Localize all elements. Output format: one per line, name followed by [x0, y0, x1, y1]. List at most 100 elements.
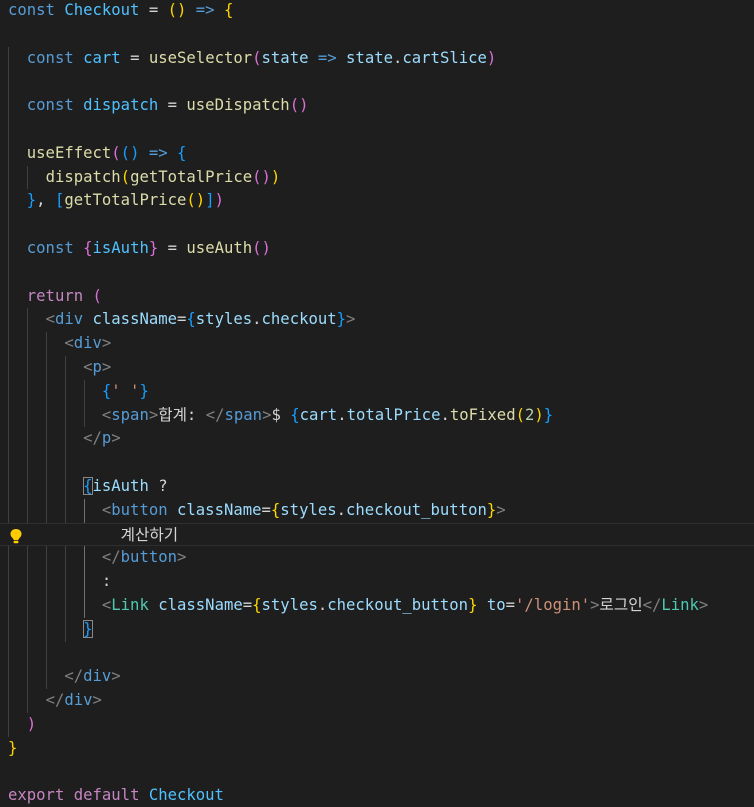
code-line[interactable] [0, 118, 754, 142]
code-token: => [148, 143, 168, 162]
code-line[interactable]: return ( [0, 285, 754, 309]
code-token: styles [261, 596, 318, 614]
code-token: isAuth [92, 477, 149, 495]
code-token: < [101, 500, 112, 519]
code-line[interactable] [0, 451, 754, 475]
code-token: div [73, 334, 102, 353]
code-line[interactable]: <button className={styles.checkout_butto… [0, 499, 754, 523]
code-token: > [177, 548, 187, 567]
code-line[interactable]: }, [getTotalPrice()]) [0, 189, 754, 213]
code-line[interactable] [0, 642, 754, 666]
code-token: div [83, 667, 112, 686]
code-line[interactable] [0, 213, 754, 237]
code-token: button [111, 500, 168, 519]
code-token: 합계: [158, 405, 206, 424]
code-line[interactable]: <p> [0, 356, 754, 380]
code-line[interactable]: const dispatch = useDispatch() [0, 94, 754, 118]
code-token: ) [534, 405, 544, 424]
code-token: const [26, 48, 74, 67]
code-token: ) [299, 96, 309, 115]
code-token: styles [280, 500, 337, 519]
code-line[interactable]: <div className={styles.checkout}> [0, 308, 754, 332]
code-line[interactable] [0, 70, 754, 94]
code-line[interactable]: ) [0, 713, 754, 737]
code-line[interactable]: } [0, 618, 754, 642]
code-token: p [101, 429, 112, 448]
code-line[interactable]: const {isAuth} = useAuth() [0, 237, 754, 261]
code-token: . [317, 596, 328, 614]
code-token: 계산하기 [120, 525, 179, 544]
code-line-text: export default Checkout [8, 784, 224, 807]
code-token: className [177, 500, 262, 519]
code-line[interactable]: <Link className={styles.checkout_button}… [0, 594, 754, 618]
code-line[interactable]: : [0, 570, 754, 594]
code-token: ) [177, 1, 187, 19]
code-line[interactable]: </button> [0, 546, 754, 570]
code-line[interactable]: </div> [0, 665, 754, 689]
code-line-text: {' '} [8, 380, 149, 404]
lightbulb-icon[interactable] [9, 528, 23, 544]
code-token: ' ' [111, 381, 140, 400]
code-token: ( [92, 286, 102, 305]
code-line-text: } [8, 737, 17, 761]
code-token: < [101, 405, 112, 424]
code-line-text: <p> [8, 356, 111, 380]
code-line-text: <span>합계: </span>$ {cart.totalPrice.toFi… [8, 404, 553, 428]
code-token: checkout [261, 310, 337, 329]
code-line-text: : [8, 570, 111, 594]
code-line-text: </div> [8, 689, 102, 713]
code-line[interactable]: </p> [0, 427, 754, 451]
code-line-text: <button className={styles.checkout_butto… [8, 499, 506, 523]
code-token: } [336, 310, 347, 329]
code-token: } [148, 239, 159, 257]
code-line[interactable]: } [0, 737, 754, 761]
code-token: isAuth [92, 239, 149, 257]
code-line-text: }, [getTotalPrice()]) [8, 189, 224, 213]
code-line[interactable]: export default Checkout [0, 784, 754, 807]
code-line[interactable] [0, 261, 754, 285]
code-token: = [120, 48, 149, 67]
code-token: ( [252, 167, 262, 186]
code-token: = [505, 596, 516, 614]
code-token: } [26, 191, 37, 210]
code-line[interactable]: <span>합계: </span>$ {cart.totalPrice.toFi… [0, 404, 754, 428]
code-token: [ [54, 191, 65, 210]
code-line[interactable]: dispatch(getTotalPrice()) [0, 166, 754, 190]
code-token: . [440, 405, 450, 424]
code-token: ) [486, 48, 497, 67]
code-line[interactable]: {isAuth ? [0, 475, 754, 499]
code-token: < [83, 358, 93, 376]
code-line[interactable]: {' '} [0, 380, 754, 404]
code-token: > [148, 405, 159, 424]
code-token: > [101, 334, 112, 353]
code-editor[interactable]: const Checkout = () => { const cart = us… [0, 0, 754, 807]
code-line[interactable]: <div> [0, 332, 754, 356]
code-token: { [252, 596, 262, 614]
code-token: = [158, 239, 187, 257]
code-token: { [290, 405, 300, 424]
code-line[interactable]: </div> [0, 689, 754, 713]
code-line[interactable]: useEffect(() => { [0, 142, 754, 166]
code-line[interactable] [0, 761, 754, 785]
code-line[interactable] [0, 23, 754, 47]
code-line[interactable]: 계산하기 [0, 522, 754, 547]
code-line[interactable]: const Checkout = () => { [0, 0, 754, 23]
code-token: > [496, 500, 506, 519]
code-line[interactable]: const cart = useSelector(state => state.… [0, 47, 754, 71]
code-token: > [101, 358, 112, 376]
